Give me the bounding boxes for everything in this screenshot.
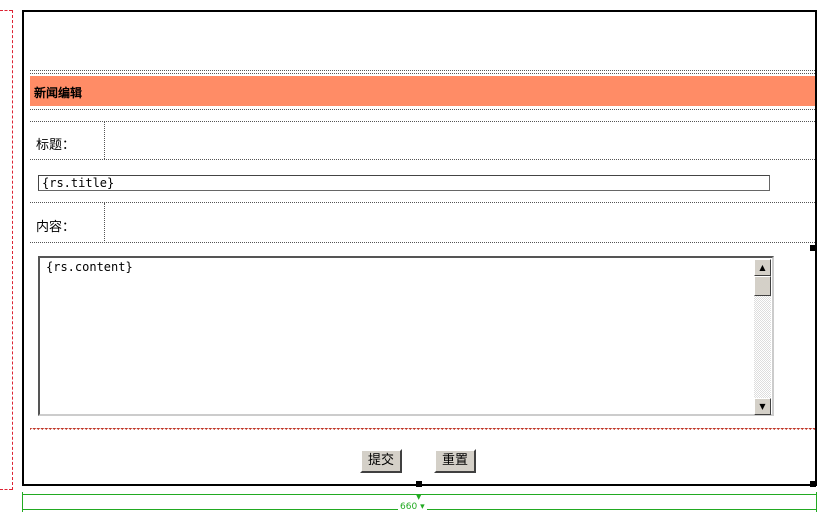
title-label: 标题： xyxy=(36,138,76,153)
left-guide-tick-top xyxy=(0,10,12,11)
content-textarea[interactable]: {rs.content} ▲ ▼ xyxy=(38,256,774,416)
scroll-down-icon[interactable]: ▼ xyxy=(754,398,771,415)
divider xyxy=(30,159,815,160)
form-header-title: 新闻编辑 xyxy=(34,86,83,100)
content-label: 内容： xyxy=(36,220,76,235)
design-canvas[interactable]: 新闻编辑 标题： {rs.title} 内容： {rs.content} ▲ ▼… xyxy=(22,10,817,486)
cell-divider xyxy=(104,122,105,159)
divider xyxy=(30,428,815,431)
divider xyxy=(30,73,815,74)
left-guide-tick-bottom xyxy=(0,489,12,490)
resize-handle[interactable] xyxy=(416,481,422,487)
ruler-width-value: 660 xyxy=(400,502,418,512)
content-text: {rs.content} xyxy=(46,260,133,274)
vertical-scrollbar[interactable]: ▲ ▼ xyxy=(754,259,771,415)
left-guide xyxy=(12,10,13,490)
ruler-width-label: 660 ▾ xyxy=(398,502,427,512)
width-ruler: ▼ 660 ▾ xyxy=(22,492,817,512)
title-input[interactable]: {rs.title} xyxy=(38,175,770,191)
ruler-edge xyxy=(22,492,23,512)
divider xyxy=(30,202,815,203)
scroll-up-icon[interactable]: ▲ xyxy=(754,259,771,276)
chevron-down-icon: ▼ xyxy=(416,493,422,501)
resize-handle[interactable] xyxy=(810,245,816,251)
divider xyxy=(30,242,815,243)
submit-button[interactable]: 提交 xyxy=(360,449,403,473)
reset-button[interactable]: 重置 xyxy=(434,449,477,473)
scroll-thumb[interactable] xyxy=(754,276,771,296)
cell-divider xyxy=(104,203,105,241)
chevron-down-icon: ▾ xyxy=(420,502,425,512)
divider xyxy=(30,121,815,122)
resize-handle[interactable] xyxy=(810,481,816,487)
divider xyxy=(30,70,815,71)
form-header: 新闻编辑 xyxy=(30,76,815,106)
divider xyxy=(30,109,815,110)
ruler-edge xyxy=(816,492,817,512)
